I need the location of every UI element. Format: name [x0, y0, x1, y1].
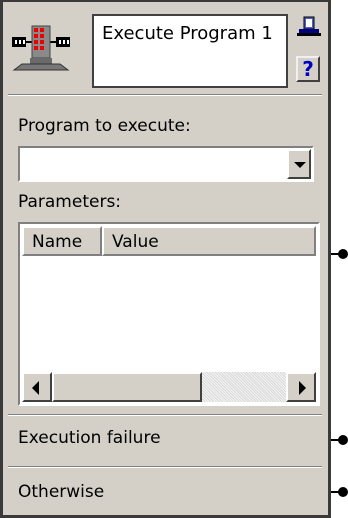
scroll-thumb[interactable] — [52, 372, 202, 402]
connector-dot[interactable] — [338, 435, 348, 445]
node-border-top — [0, 0, 331, 2]
program-select[interactable] — [18, 146, 314, 182]
parameters-header: Name Value — [22, 226, 316, 256]
arrow-right-icon — [299, 381, 306, 395]
connector-dot[interactable] — [338, 249, 348, 259]
scroll-left-button[interactable] — [22, 372, 52, 402]
column-header-name[interactable]: Name — [22, 226, 102, 256]
help-icon[interactable]: ? — [296, 56, 320, 82]
exit-execution-failure: Execution failure — [18, 428, 161, 448]
separator — [8, 466, 322, 468]
arrow-left-icon — [32, 381, 39, 395]
connector-dot[interactable] — [338, 487, 348, 497]
execute-program-node: Execute Program 1 ? Program to execute: … — [0, 0, 331, 518]
node-border-left — [0, 0, 3, 518]
parameters-label: Parameters: — [18, 192, 122, 212]
program-label: Program to execute: — [18, 116, 191, 136]
exit-otherwise: Otherwise — [18, 482, 105, 502]
separator — [8, 94, 322, 96]
node-title[interactable]: Execute Program 1 — [92, 14, 288, 88]
parameters-list[interactable]: Name Value — [18, 222, 320, 406]
dropdown-button[interactable] — [287, 149, 311, 179]
horizontal-scrollbar[interactable] — [22, 372, 316, 402]
program-execute-icon — [12, 25, 70, 71]
column-header-value[interactable]: Value — [102, 226, 316, 256]
separator — [8, 414, 322, 416]
pin-icon[interactable] — [296, 16, 322, 42]
chevron-down-icon — [294, 162, 306, 168]
scroll-right-button[interactable] — [286, 372, 316, 402]
